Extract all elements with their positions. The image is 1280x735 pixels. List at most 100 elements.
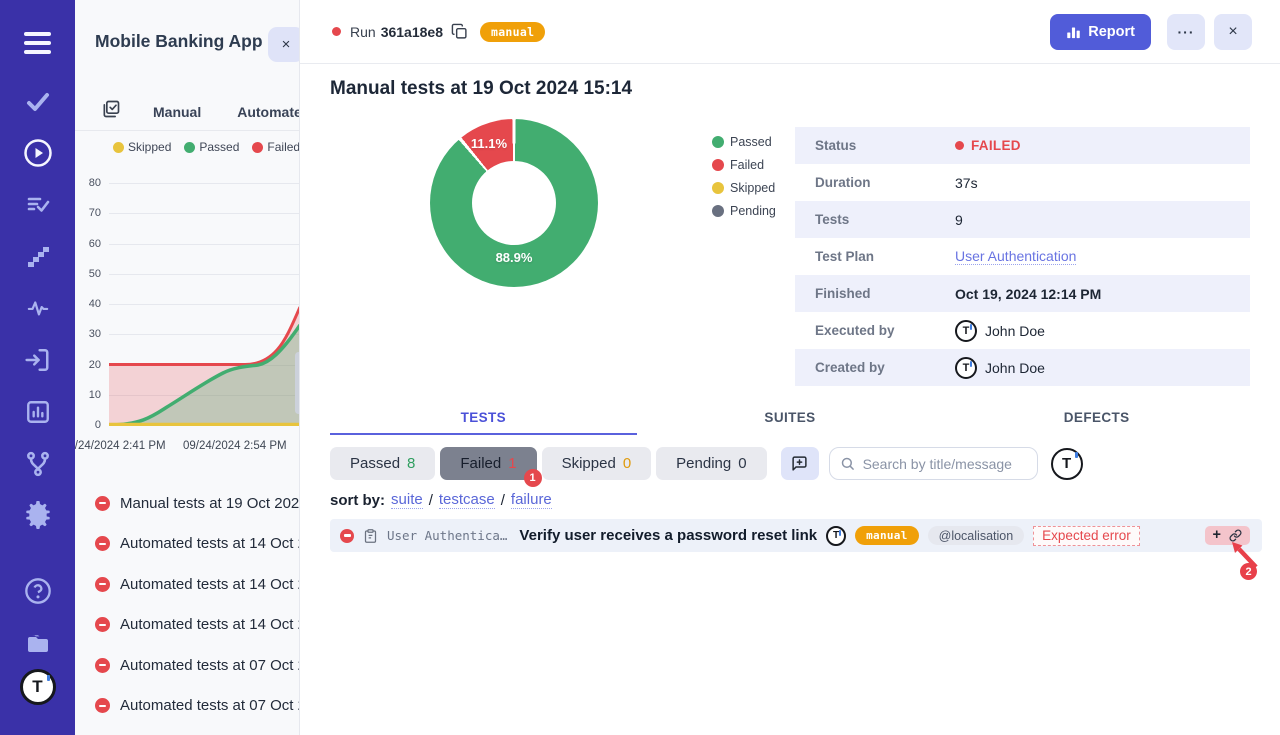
failed-count: 1 xyxy=(508,455,516,472)
pending-count: 0 xyxy=(738,455,746,472)
ytick-0: 0 xyxy=(75,418,101,432)
run-list: Manual tests at 19 Oct 2024 Automated te… xyxy=(75,483,300,726)
ytick-10: 10 xyxy=(75,388,101,402)
legend-item-passed[interactable]: Passed xyxy=(712,135,776,149)
error-message-chip[interactable]: Expected error xyxy=(1033,526,1140,546)
detail-row-test-plan: Test Plan User Authentication xyxy=(795,238,1250,275)
runs-play-icon[interactable] xyxy=(0,138,75,168)
ytick-20: 20 xyxy=(75,358,101,372)
failed-status-icon xyxy=(95,698,110,713)
panel-scrollbar[interactable] xyxy=(295,352,300,414)
user-avatar: T xyxy=(955,320,977,342)
add-comment-button[interactable] xyxy=(781,447,819,480)
report-button[interactable]: Report xyxy=(1050,14,1151,50)
run-header: Run 361a18e8 manual Report ··· × xyxy=(300,0,1280,64)
run-list-item[interactable]: Automated tests at 14 Oct 2024 xyxy=(75,524,300,565)
activity-pulse-icon[interactable] xyxy=(0,293,75,323)
tab-tests[interactable]: TESTS xyxy=(330,404,637,435)
suite-name[interactable]: User Authentica… xyxy=(387,528,507,543)
run-list-item[interactable]: Manual tests at 19 Oct 2024 xyxy=(75,483,300,524)
legend-item-failed[interactable]: Failed xyxy=(252,140,300,154)
test-plans-icon[interactable] xyxy=(0,190,75,220)
tag-chip[interactable]: @localisation xyxy=(928,526,1025,545)
xtick-end: 09/24/2024 2:54 PM xyxy=(183,440,287,452)
detail-row-tests: Tests 9 xyxy=(795,201,1250,238)
failed-status-icon xyxy=(95,577,110,592)
branch-icon[interactable] xyxy=(0,449,75,479)
tab-automated[interactable]: Automated xyxy=(237,104,300,120)
failed-status-icon xyxy=(95,658,110,673)
run-history-area-chart xyxy=(109,183,300,426)
test-plan-link[interactable]: User Authentication xyxy=(955,248,1076,265)
skipped-count: 0 xyxy=(623,455,631,472)
message-plus-icon xyxy=(791,455,808,472)
run-detail-panel: Run 361a18e8 manual Report ··· × Manual … xyxy=(300,0,1280,735)
filter-skipped-button[interactable]: Skipped0 xyxy=(542,447,652,480)
sort-by-failure[interactable]: failure xyxy=(511,491,552,509)
sort-row: sort by: suite / testcase / failure xyxy=(330,491,552,509)
detail-row-status: Status FAILED xyxy=(795,127,1250,164)
sort-by-suite[interactable]: suite xyxy=(391,491,423,509)
bar-chart-icon xyxy=(1066,25,1081,40)
settings-gear-icon[interactable] xyxy=(0,500,75,530)
tab-manual[interactable]: Manual xyxy=(153,104,201,120)
result-tabs: TESTS SUITES DEFECTS xyxy=(330,404,1250,435)
steps-icon[interactable] xyxy=(0,242,75,272)
user-avatar: T xyxy=(955,357,977,379)
run-list-item[interactable]: Automated tests at 07 Oct 2024 xyxy=(75,686,300,727)
filter-pending-button[interactable]: Pending0 xyxy=(656,447,766,480)
skipped-dot xyxy=(712,182,724,194)
copy-run-id-button[interactable] xyxy=(451,23,468,40)
user-menu-avatar[interactable]: T xyxy=(1051,448,1083,480)
test-result-row[interactable]: User Authentica… Verify user receives a … xyxy=(330,519,1262,552)
filter-passed-button[interactable]: Passed8 xyxy=(330,447,435,480)
pending-dot xyxy=(712,205,724,217)
test-type-badge: manual xyxy=(855,526,919,545)
passed-count: 8 xyxy=(407,455,415,472)
legend-item-skipped[interactable]: Skipped xyxy=(113,140,171,154)
tab-suites[interactable]: SUITES xyxy=(637,404,944,435)
legend-item-failed[interactable]: Failed xyxy=(712,158,776,172)
run-id: 361a18e8 xyxy=(381,24,443,40)
legend-item-skipped[interactable]: Skipped xyxy=(712,181,776,195)
projects-folder-icon[interactable] xyxy=(0,628,75,658)
more-options-button[interactable]: ··· xyxy=(1167,14,1205,50)
project-title: Mobile Banking App xyxy=(95,31,263,52)
sort-by-testcase[interactable]: testcase xyxy=(439,491,495,509)
mini-chart-legend: Skipped Passed Failed xyxy=(113,140,300,154)
analytics-icon[interactable] xyxy=(0,397,75,427)
test-title[interactable]: Verify user receives a password reset li… xyxy=(519,527,817,544)
tests-check-icon[interactable] xyxy=(0,87,75,117)
tasks-icon[interactable] xyxy=(101,99,121,124)
passed-dot xyxy=(184,142,195,153)
help-icon[interactable] xyxy=(0,576,75,606)
tab-defects[interactable]: DEFECTS xyxy=(943,404,1250,435)
sign-in-icon[interactable] xyxy=(0,345,75,375)
ytick-60: 60 xyxy=(75,237,101,251)
search-icon xyxy=(840,456,855,471)
app-logo[interactable]: T xyxy=(0,672,75,702)
legend-item-pending[interactable]: Pending xyxy=(712,204,776,218)
failed-status-icon xyxy=(340,529,354,543)
menu-icon[interactable] xyxy=(0,28,75,58)
failed-status-icon xyxy=(95,536,110,551)
run-list-item[interactable]: Automated tests at 07 Oct 2024 xyxy=(75,645,300,686)
search-input[interactable] xyxy=(829,447,1038,480)
detail-row-finished: Finished Oct 19, 2024 12:14 PM xyxy=(795,275,1250,312)
filter-toolbar: Passed8 Failed1 1 Skipped0 Pending0 T xyxy=(330,447,1083,480)
run-type-badge: manual xyxy=(480,22,545,42)
filter-failed-button[interactable]: Failed1 1 xyxy=(440,447,536,480)
run-header-actions: Report ··· × xyxy=(1050,14,1252,50)
close-run-button[interactable]: × xyxy=(1214,14,1252,50)
run-list-item[interactable]: Automated tests at 14 Oct 2024 xyxy=(75,605,300,646)
clipboard-icon xyxy=(363,528,378,544)
passed-dot xyxy=(712,136,724,148)
run-list-item[interactable]: Automated tests at 14 Oct 2024 xyxy=(75,564,300,605)
failed-dot xyxy=(712,159,724,171)
add-defect-button[interactable]: + xyxy=(1213,528,1221,543)
panel-close-button[interactable]: × xyxy=(268,27,300,62)
status-badge: FAILED xyxy=(955,138,1021,153)
logo-letter: T xyxy=(20,669,56,705)
legend-item-passed[interactable]: Passed xyxy=(184,140,239,154)
donut-failed-label: 11.1% xyxy=(459,136,519,151)
